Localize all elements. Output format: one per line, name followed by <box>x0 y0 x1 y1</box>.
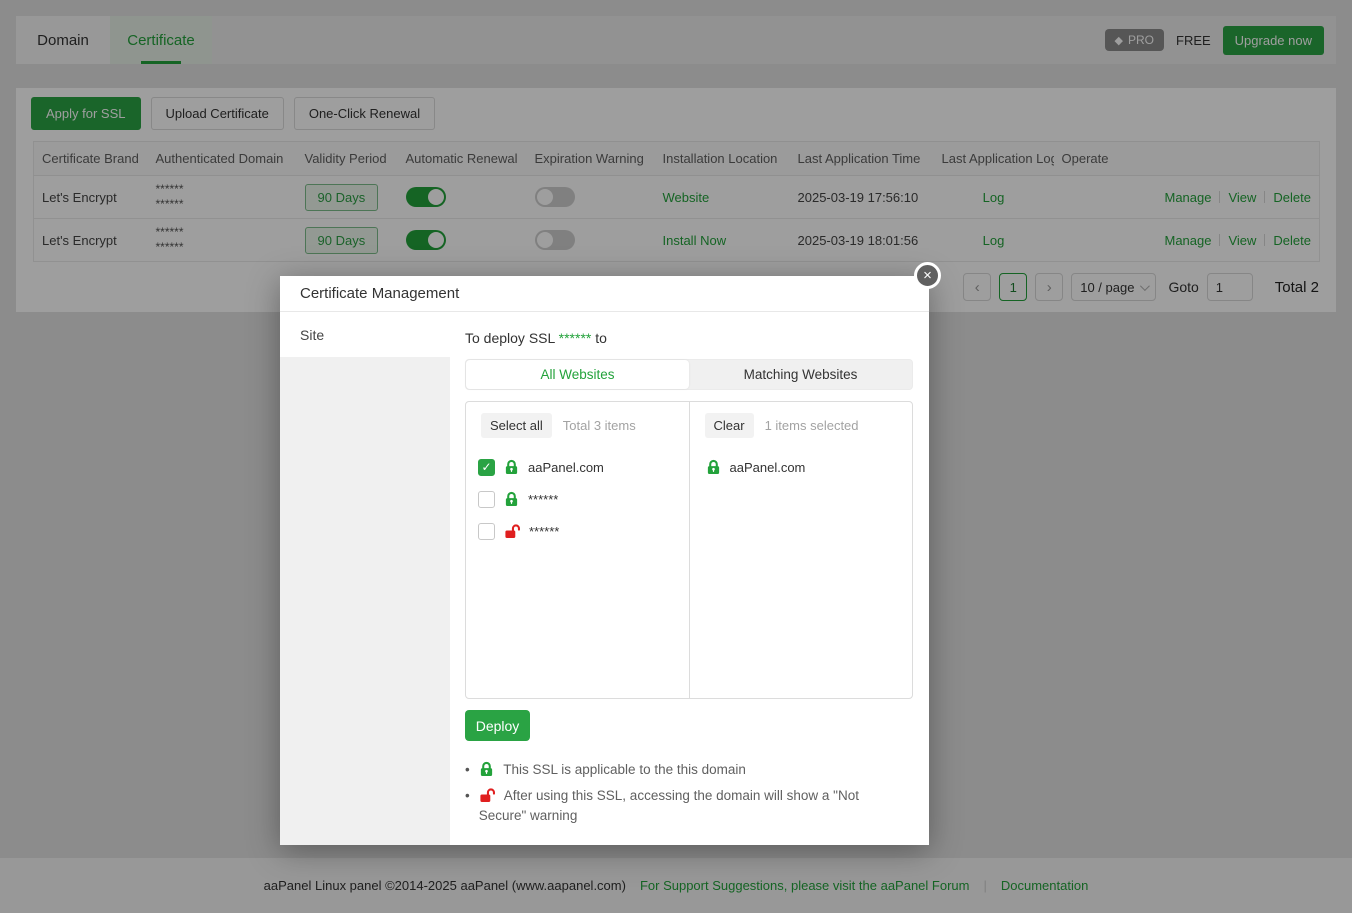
website-label: ****** <box>529 524 559 539</box>
sidebar-item-site[interactable]: Site <box>280 312 450 357</box>
source-count: Total 3 items <box>563 418 636 433</box>
source-pane: Select all Total 3 items aaPanel.com <box>466 402 690 698</box>
list-item[interactable]: aaPanel.com <box>466 451 689 483</box>
lock-closed-icon <box>706 459 721 475</box>
website-label: aaPanel.com <box>730 460 806 475</box>
sidebar-item-label: Site <box>300 327 324 343</box>
website-checkbox-checked[interactable] <box>478 459 495 476</box>
website-checkbox[interactable] <box>478 491 495 508</box>
website-filter-tabs: All Websites Matching Websites <box>465 359 913 390</box>
certificate-management-modal: × Certificate Management Site To deploy … <box>280 276 929 845</box>
tab-matching-websites[interactable]: Matching Websites <box>689 360 912 389</box>
deploy-ssl-text: To deploy SSL ****** to <box>465 330 913 346</box>
modal-sidebar: Site <box>280 312 450 845</box>
note-insecure: • After using this SSL, accessing the do… <box>465 786 907 826</box>
note-secure: • This SSL is applicable to the this dom… <box>465 760 907 780</box>
website-label: ****** <box>528 492 558 507</box>
clear-button[interactable]: Clear <box>705 413 754 438</box>
lock-closed-icon <box>504 491 519 507</box>
modal-content: To deploy SSL ****** to All Websites Mat… <box>450 312 929 845</box>
lock-closed-icon <box>479 761 494 777</box>
select-all-button[interactable]: Select all <box>481 413 552 438</box>
lock-closed-icon <box>504 459 519 475</box>
bullet-icon: • <box>465 760 470 780</box>
website-label: aaPanel.com <box>528 460 604 475</box>
note-text: This SSL is applicable to the this domai… <box>503 762 746 777</box>
website-transfer-list: Select all Total 3 items aaPanel.com <box>465 401 913 699</box>
website-checkbox[interactable] <box>478 523 495 540</box>
list-item[interactable]: aaPanel.com <box>690 451 913 483</box>
modal-title: Certificate Management <box>300 285 459 302</box>
note-text: After using this SSL, accessing the doma… <box>479 788 859 823</box>
list-item[interactable]: ****** <box>466 515 689 547</box>
ssl-notes: • This SSL is applicable to the this dom… <box>465 760 907 826</box>
target-count: 1 items selected <box>765 418 859 433</box>
close-icon[interactable]: × <box>914 262 941 289</box>
target-pane: Clear 1 items selected aaPanel.com <box>690 402 913 698</box>
modal-header: Certificate Management <box>280 276 929 312</box>
lock-open-icon <box>504 523 520 539</box>
list-item[interactable]: ****** <box>466 483 689 515</box>
ssl-domain-masked: ****** <box>559 330 592 346</box>
tab-all-websites[interactable]: All Websites <box>466 360 689 389</box>
source-list: aaPanel.com ****** ***** <box>466 451 689 547</box>
target-list: aaPanel.com <box>690 451 913 483</box>
lock-open-icon <box>479 787 495 803</box>
deploy-button[interactable]: Deploy <box>465 710 530 741</box>
bullet-icon: • <box>465 786 470 826</box>
